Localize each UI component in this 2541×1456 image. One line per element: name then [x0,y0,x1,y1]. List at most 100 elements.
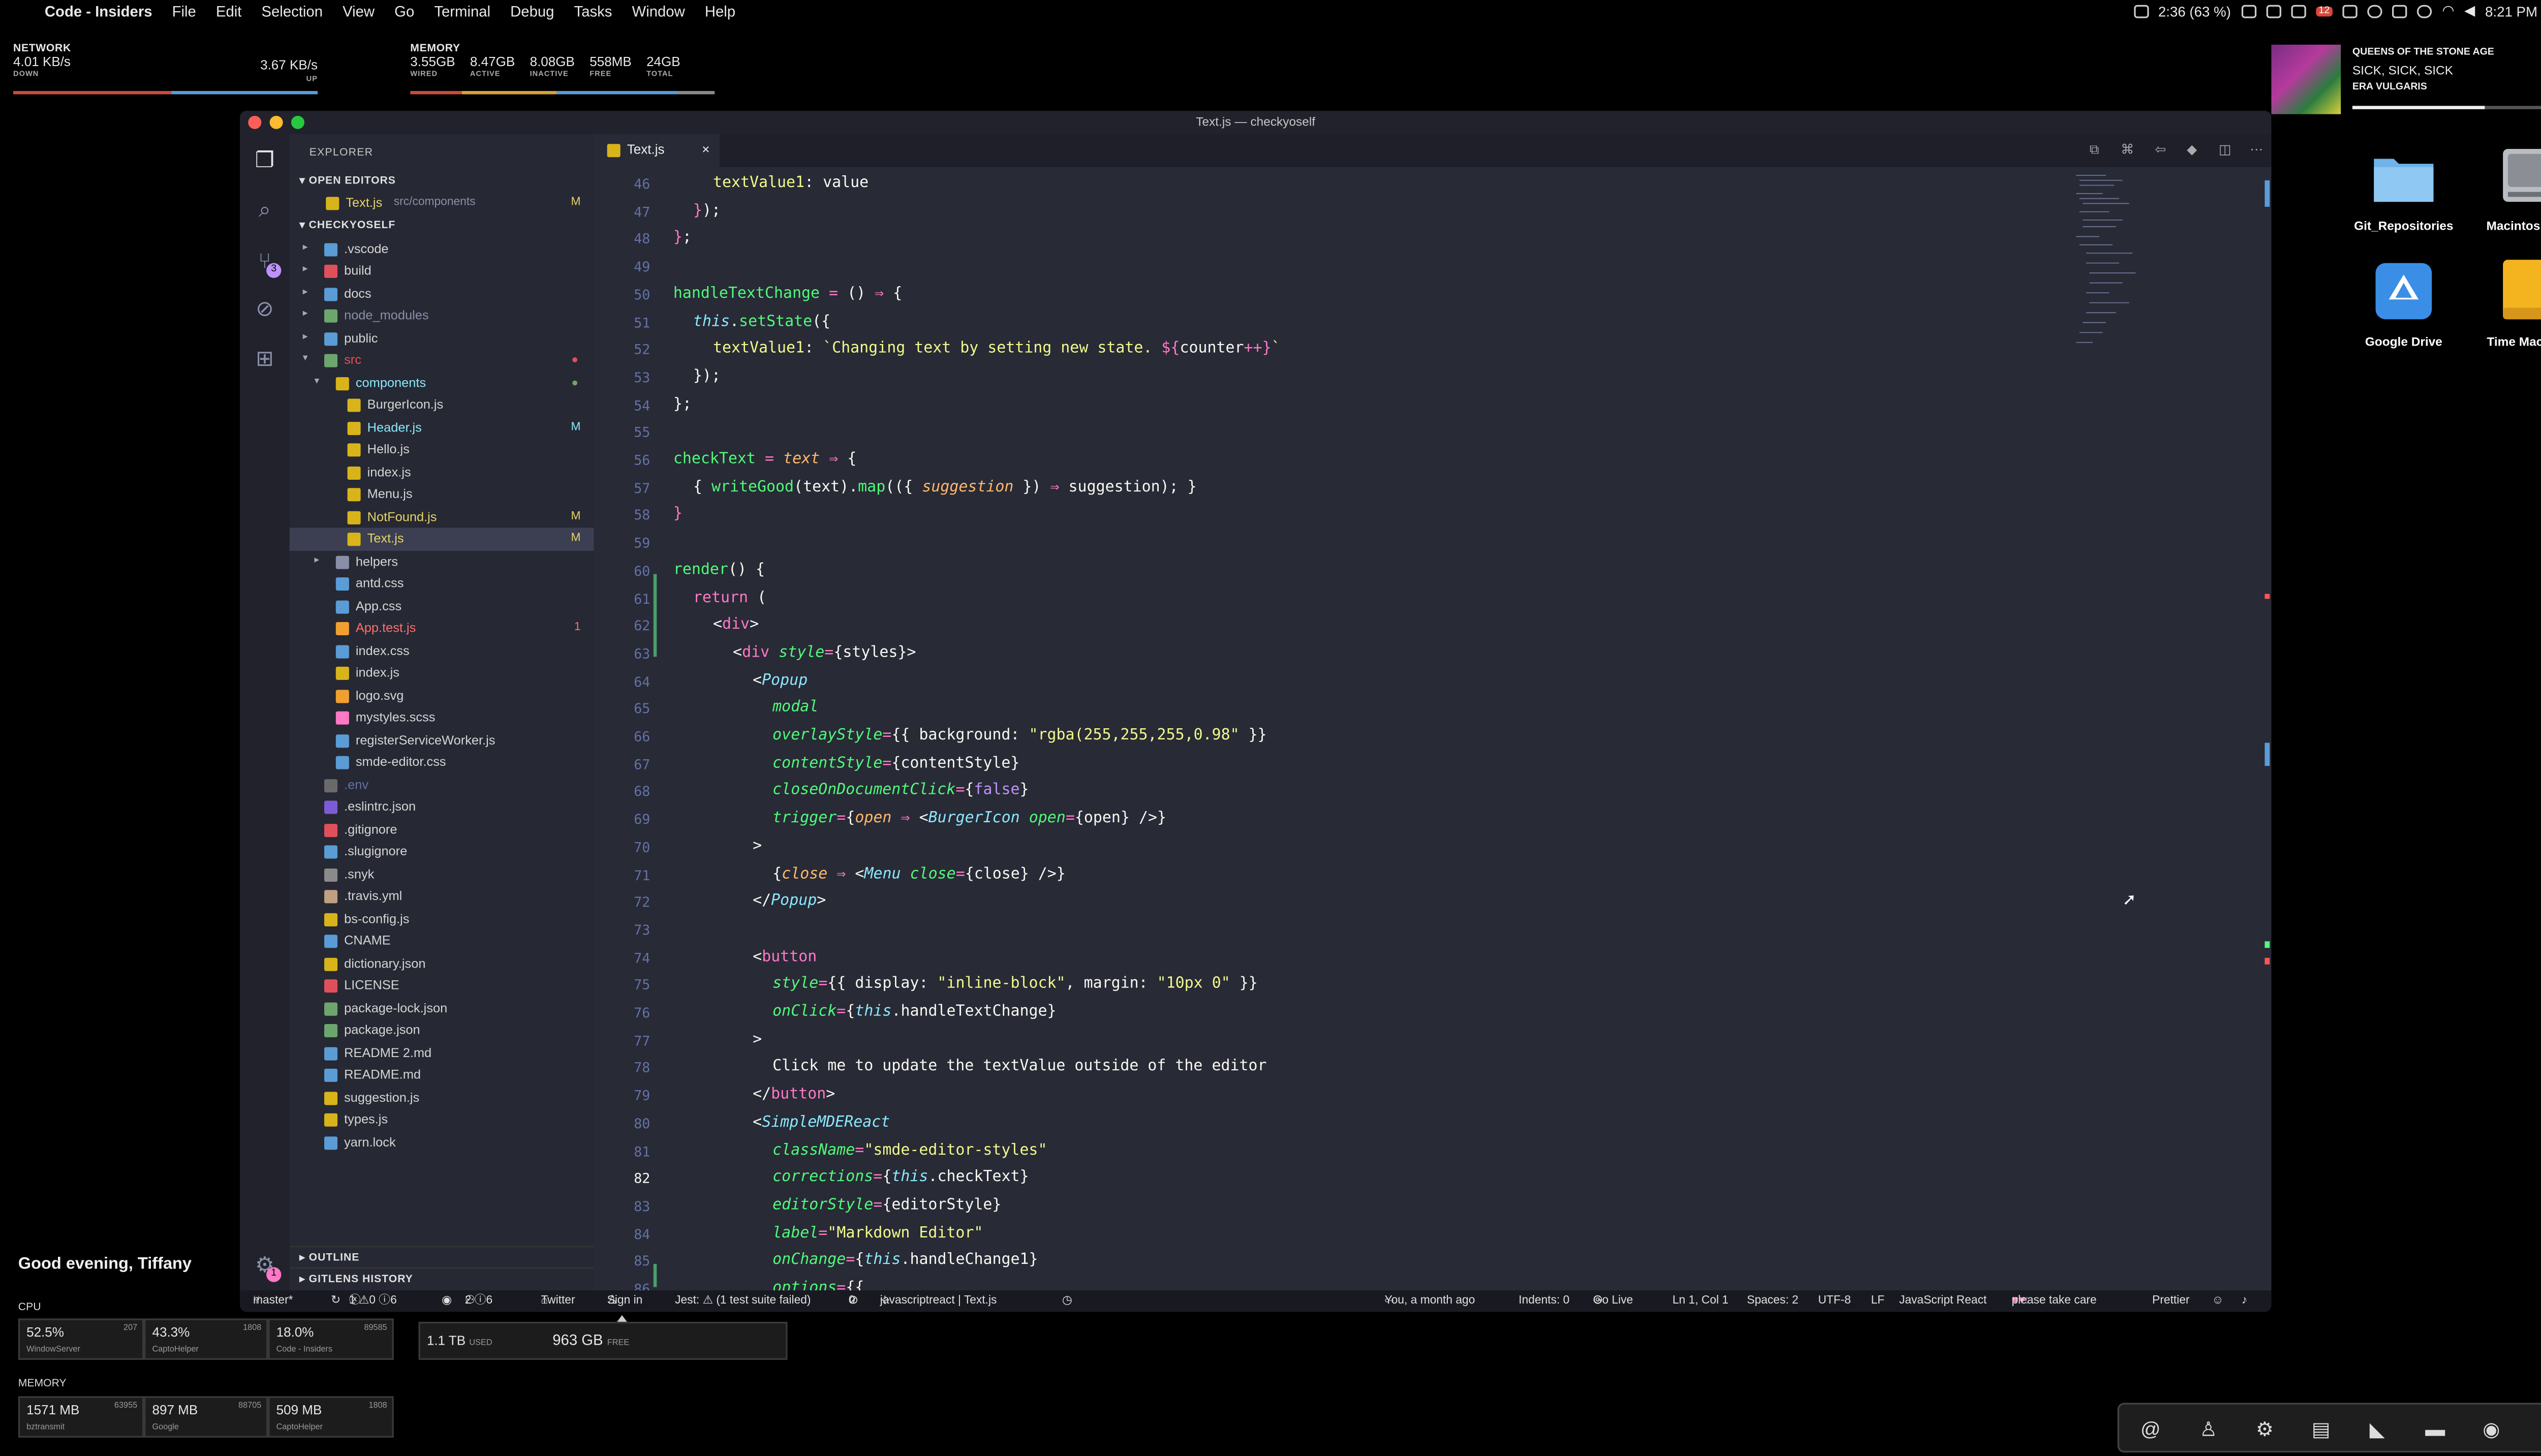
window-titlebar[interactable]: Text.js — checkyoself [240,111,2272,134]
search-icon[interactable]: ⌕ [252,197,278,223]
time-machine-icon[interactable] [2417,4,2432,18]
open-editor-item[interactable]: Text.js src/components M [290,192,594,214]
cloud-icon[interactable] [2368,4,2383,18]
file-item[interactable]: suggestion.js [290,1086,594,1108]
reader-icon[interactable] [2266,4,2281,18]
language-mode[interactable]: JavaScript React [1899,1290,1987,1312]
app-icon[interactable] [2392,4,2408,18]
clock-icon[interactable]: ◷ [1062,1290,1072,1312]
settings-icon[interactable]: ⚙ [2251,1416,2278,1442]
eol-status[interactable]: LF [1871,1290,1885,1312]
compare-icon[interactable]: ⧉ [2086,142,2103,159]
file-item[interactable]: LICENSE [290,974,594,997]
menu-help[interactable]: Help [705,3,735,19]
calendar-icon[interactable]: 12 [2315,6,2333,16]
minimap[interactable] [2073,170,2139,352]
folder-item[interactable]: ▸ build [290,260,594,282]
close-window-button[interactable] [248,115,262,129]
folder-item[interactable]: ▸ docs [290,282,594,304]
outline-section[interactable]: ▸ OUTLINE [289,1246,594,1267]
folder-item[interactable]: ▾ src [290,349,594,371]
file-item[interactable]: App.css [290,595,594,617]
megaphone-icon[interactable]: ◣ [2364,1416,2391,1442]
file-item[interactable]: package-lock.json [290,997,594,1019]
menu-window[interactable]: Window [632,3,685,19]
sync-icon[interactable]: ↻ [331,1290,340,1312]
at-icon[interactable]: @ [2137,1416,2164,1442]
debug-icon[interactable]: ⊘ [252,296,278,323]
explorer-icon[interactable]: ❐ [252,147,278,174]
file-item[interactable]: Menu.js [290,483,594,506]
wifi-icon[interactable]: ◠ [2442,2,2454,20]
file-item[interactable]: App.test.js 1 [290,617,594,639]
file-item[interactable]: Hello.js [290,439,594,461]
live-share-icon[interactable]: ⌘ [2119,142,2136,159]
file-item[interactable]: logo.svg [290,684,594,706]
monitor-icon[interactable] [2343,4,2358,18]
folder-item[interactable]: ▸ public [290,327,594,349]
project-section[interactable]: ▾ CHECKYOSELF [290,215,594,236]
folder-item[interactable]: ▸ helpers [290,550,594,572]
desktop-icon-time-machine[interactable]: Time Machine [2470,258,2541,349]
file-item[interactable]: yarn.lock [290,1131,594,1153]
file-item[interactable]: .env [290,773,594,796]
file-item[interactable]: smde-editor.css [290,751,594,773]
file-item[interactable]: index.js [290,461,594,483]
file-item[interactable]: package.json [290,1019,594,1041]
zoom-window-button[interactable] [291,115,304,129]
desktop-icon-git-repositories[interactable]: Git_Repositories [2346,149,2462,233]
menu-terminal[interactable]: Terminal [434,3,490,19]
file-item[interactable]: README.md [290,1064,594,1086]
file-item[interactable]: .travis.yml [290,885,594,908]
battery-status[interactable]: 2:36 (63 %) [2158,3,2231,19]
clock[interactable]: 8:21 PM [2485,3,2537,19]
gitlens-section[interactable]: ▸ GITLENS HISTORY [289,1267,594,1288]
file-item[interactable]: index.js [290,662,594,684]
file-item[interactable]: Header.js M [290,416,594,439]
file-item[interactable]: types.js [290,1108,594,1131]
split-editor-icon[interactable]: ◫ [2217,142,2234,159]
file-item[interactable]: mystyles.scss [290,706,594,729]
folder-item[interactable]: ▾ components [290,371,594,394]
file-item[interactable]: antd.css [290,572,594,595]
file-item[interactable]: BurgerIcon.js [290,394,594,416]
clipboard-icon[interactable]: ▤ [2308,1416,2334,1442]
volume-icon[interactable]: ◀ [2464,2,2475,20]
extensions-icon[interactable]: ⊞ [252,346,278,372]
transfer-icon[interactable]: ⇆ [2536,1416,2541,1442]
file-item[interactable]: README 2.md [290,1041,594,1064]
smiley-icon[interactable]: ☺ [2212,1290,2223,1312]
close-tab-icon[interactable]: × [702,134,709,167]
spaces-status[interactable]: Spaces: 2 [1747,1290,1798,1312]
text-icon[interactable] [2241,4,2256,18]
cursor-position[interactable]: Ln 1, Col 1 [1672,1290,1728,1312]
window-icon[interactable] [2290,4,2306,18]
more-actions-icon[interactable]: ⋯ [2248,142,2265,159]
file-item[interactable]: .gitignore [290,818,594,841]
file-item[interactable]: bs-config.js [290,907,594,930]
accessibility-icon[interactable]: ♙ [2195,1416,2222,1442]
open-editors-section[interactable]: ▾ OPEN EDITORS [290,170,594,192]
menu-selection[interactable]: Selection [261,3,323,19]
github-icon[interactable]: ◉ [442,1290,452,1312]
chat-icon[interactable]: ▬ [2422,1416,2449,1442]
jest-status[interactable]: Jest: ⚠ (1 test suite failed) [675,1290,811,1312]
desktop-icon-macintosh-hd[interactable]: Macintosh HD [2470,145,2541,233]
git-icon[interactable]: ◆ [2184,142,2201,159]
minimize-window-button[interactable] [269,115,283,129]
file-item[interactable]: CNAME [290,930,594,952]
file-item[interactable]: dictionary.json [290,952,594,974]
menu-debug[interactable]: Debug [510,3,554,19]
bell-icon[interactable]: ♪ [2242,1290,2247,1312]
menu-view[interactable]: View [343,3,375,19]
tab-text-js[interactable]: Text.js × [594,134,720,167]
menu-go[interactable]: Go [394,3,414,19]
file-item[interactable]: Text.js M [289,528,594,550]
prettier-status[interactable]: Prettier [2152,1290,2189,1312]
folder-item[interactable]: ▸ .vscode [290,237,594,260]
desktop-icon-google-drive[interactable]: Google Drive [2346,261,2462,349]
file-item[interactable]: NotFound.js M [290,505,594,528]
history-icon[interactable]: ⇦ [2152,142,2169,159]
album-art[interactable] [2271,44,2341,114]
file-item[interactable]: index.css [290,639,594,662]
